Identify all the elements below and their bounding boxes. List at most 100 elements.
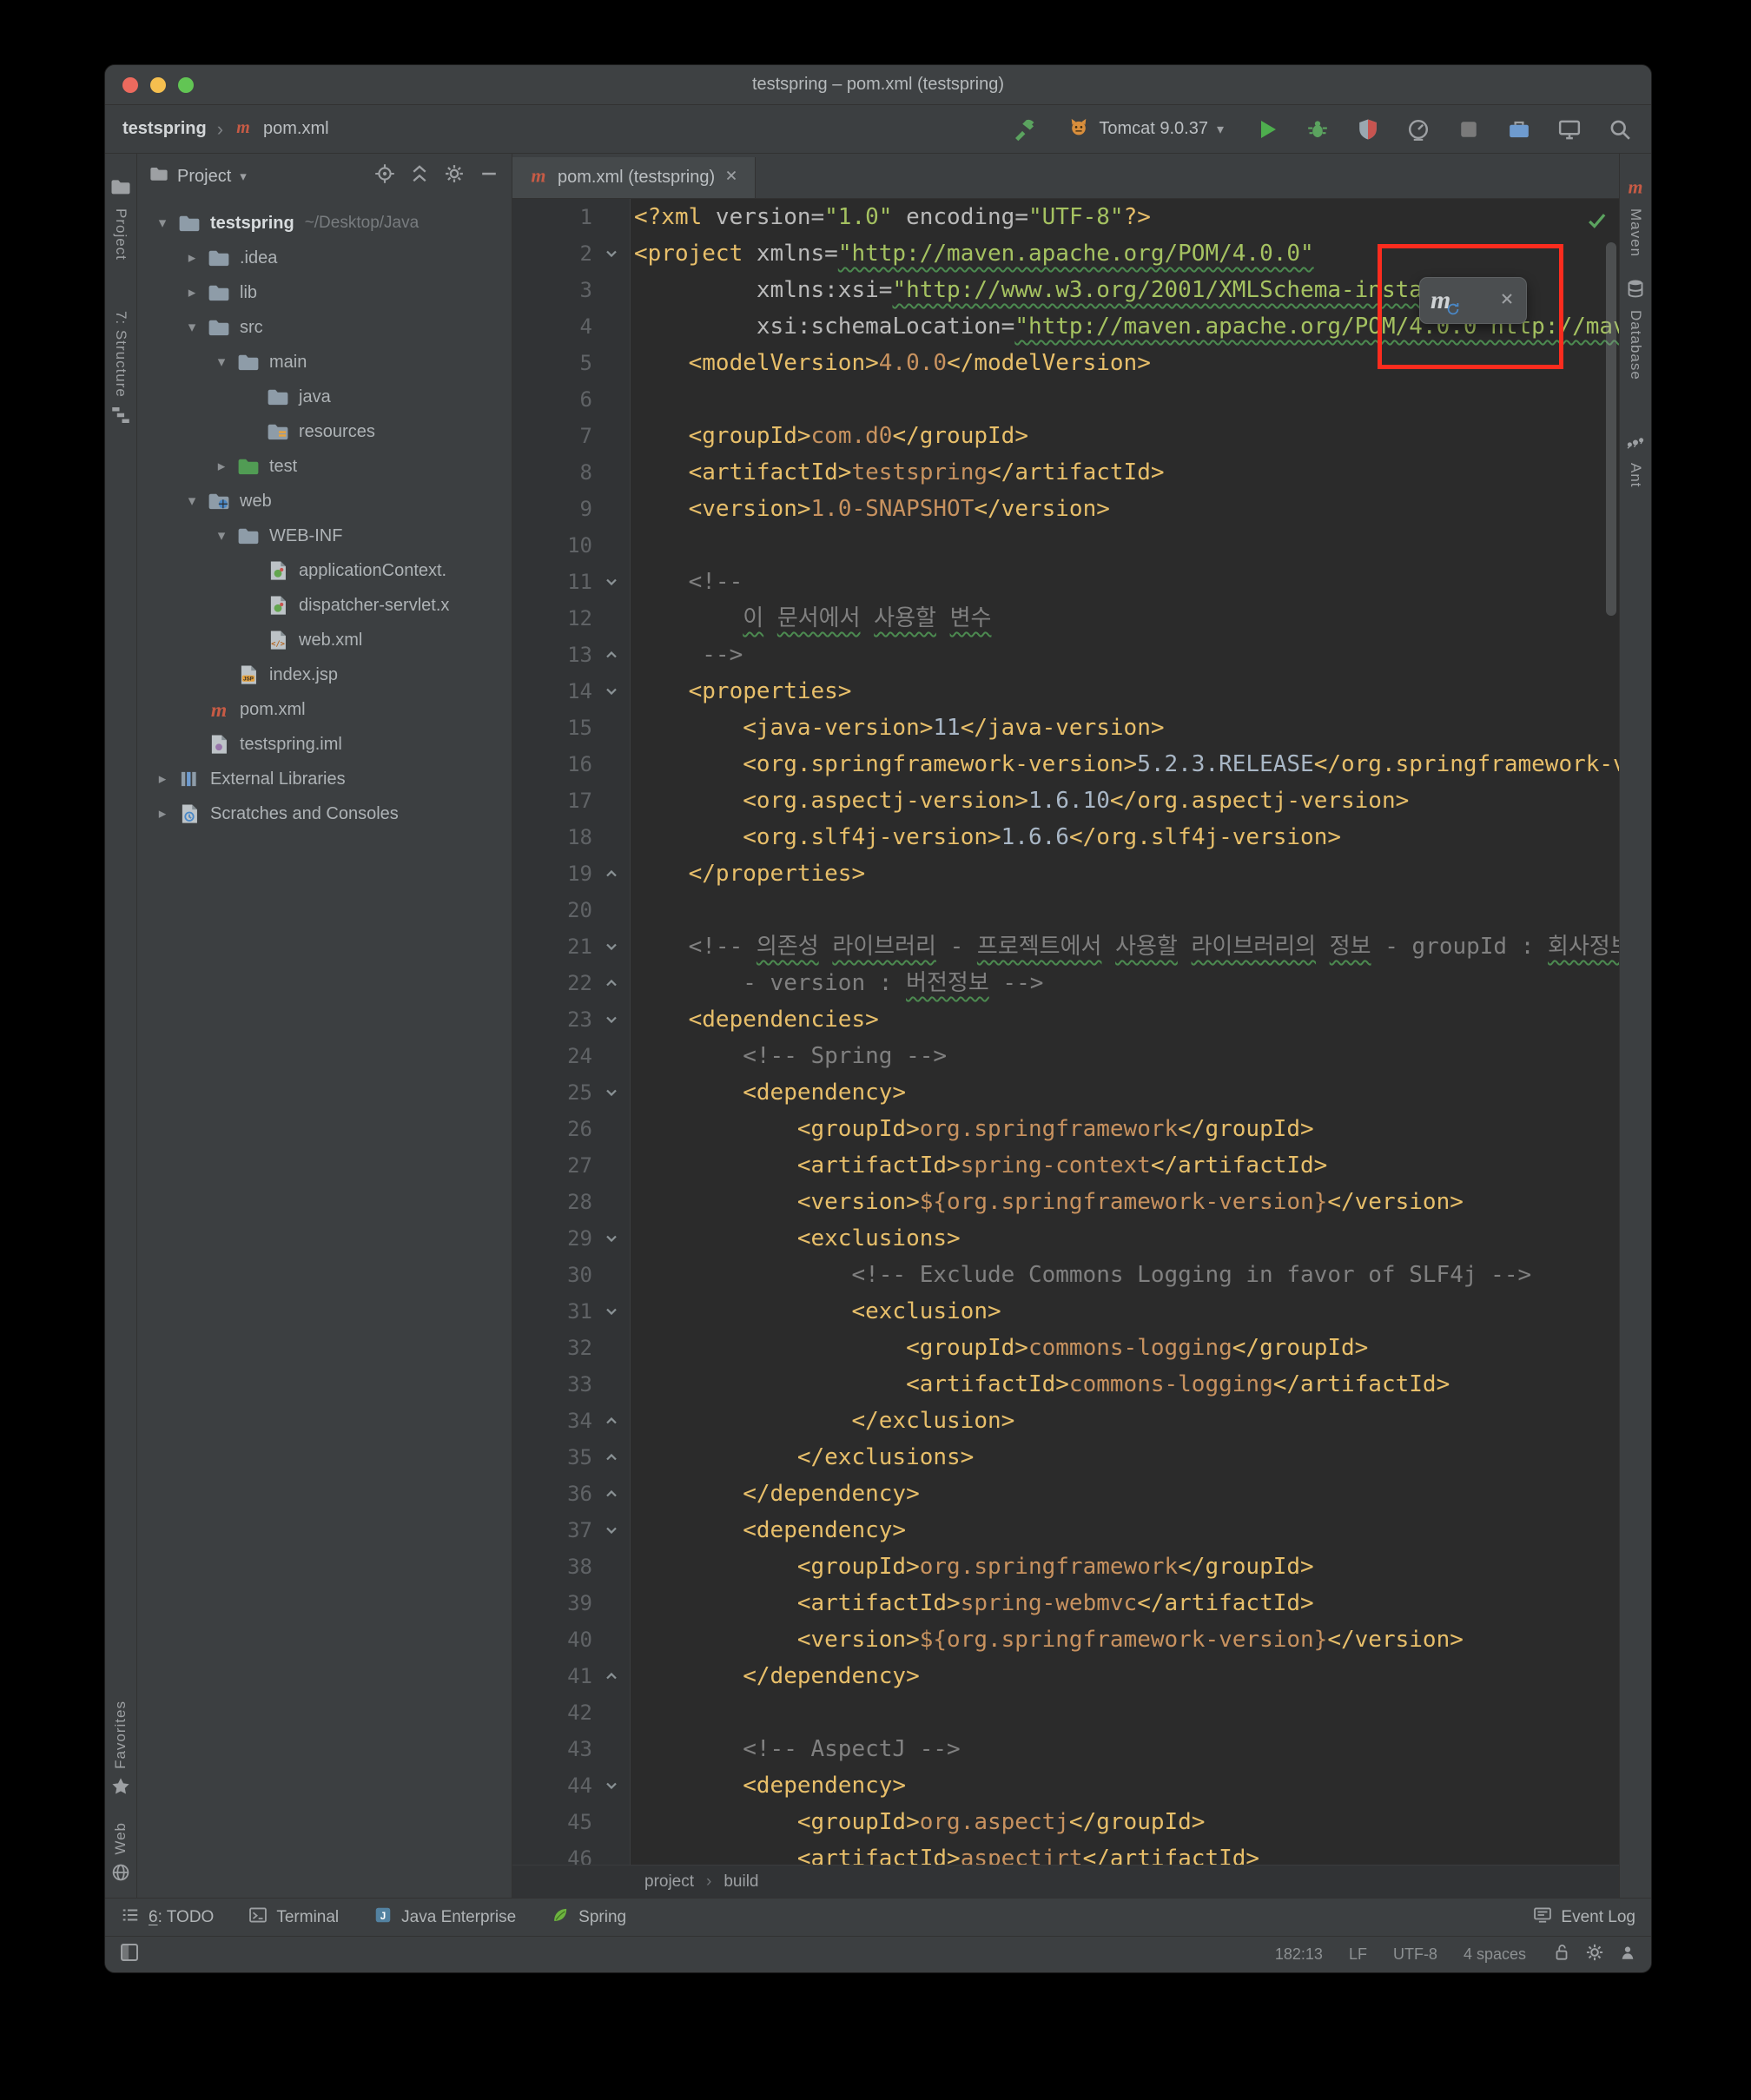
gear-icon[interactable] <box>1585 1943 1604 1966</box>
fold-marker-icon[interactable] <box>592 235 631 272</box>
tree-item-java[interactable]: java <box>137 380 512 414</box>
fold-marker-icon[interactable] <box>592 1001 631 1038</box>
code-line[interactable]: 34 </exclusion> <box>512 1403 1619 1439</box>
fold-marker-icon[interactable] <box>592 1767 631 1804</box>
tree-item-src[interactable]: ▾src <box>137 310 512 345</box>
code-line[interactable]: 13 --> <box>512 637 1619 673</box>
tree-item-test[interactable]: ▸test <box>137 449 512 484</box>
title-bar[interactable]: testspring – pom.xml (testspring) <box>105 65 1651 105</box>
code-line[interactable]: 38 <groupId>org.springframework</groupId… <box>512 1549 1619 1585</box>
tree-item-pom-xml[interactable]: mpom.xml <box>137 692 512 727</box>
caret-position[interactable]: 182:13 <box>1275 1945 1323 1964</box>
code-line[interactable]: 29 <exclusions> <box>512 1220 1619 1257</box>
code-line[interactable]: 1<?xml version="1.0" encoding="UTF-8"?> <box>512 199 1619 235</box>
stop-button[interactable] <box>1455 116 1483 143</box>
close-window-button[interactable] <box>122 77 138 93</box>
fold-marker-icon[interactable] <box>592 1658 631 1694</box>
toolwindow-web-button[interactable]: Web <box>110 1812 131 1898</box>
toolwindow-ant-button[interactable]: Ant <box>1625 420 1646 499</box>
fold-marker-icon[interactable] <box>592 564 631 600</box>
profiler-icon[interactable] <box>1404 116 1432 143</box>
code-line[interactable]: 39 <artifactId>spring-webmvc</artifactId… <box>512 1585 1619 1621</box>
indent-indicator[interactable]: 4 spaces <box>1464 1945 1526 1964</box>
code-line[interactable]: 37 <dependency> <box>512 1512 1619 1549</box>
code-line[interactable]: 46 <artifactId>aspectjrt</artifactId> <box>512 1840 1619 1865</box>
code-line[interactable]: 10 <box>512 527 1619 564</box>
build-hammer-icon[interactable] <box>1010 116 1038 143</box>
code-line[interactable]: 12 이 문서에서 사용할 변수 <box>512 600 1619 637</box>
code-line[interactable]: 45 <groupId>org.aspectj</groupId> <box>512 1804 1619 1840</box>
debug-button[interactable] <box>1304 116 1331 143</box>
breadcrumb-tag-project[interactable]: project <box>644 1872 694 1892</box>
fold-marker-icon[interactable] <box>592 1293 631 1330</box>
run-config-selector[interactable]: Tomcat 9.0.37 ▾ <box>1061 112 1231 147</box>
code-line[interactable]: 9 <version>1.0-SNAPSHOT</version> <box>512 491 1619 527</box>
tree-item-web-inf[interactable]: ▾WEB-INF <box>137 518 512 553</box>
monitor-icon[interactable] <box>1556 116 1583 143</box>
fold-marker-icon[interactable] <box>592 1476 631 1512</box>
code-line[interactable]: 15 <java-version>11</java-version> <box>512 710 1619 746</box>
expand-arrow-icon[interactable]: ▸ <box>208 458 235 475</box>
code-line[interactable]: 21 <!-- 의존성 라이브러리 - 프로젝트에서 사용할 라이브러리의 정보… <box>512 928 1619 965</box>
code-line[interactable]: 35 </exclusions> <box>512 1439 1619 1476</box>
fold-marker-icon[interactable] <box>592 1403 631 1439</box>
toolwindow-database-button[interactable]: Database <box>1625 267 1646 391</box>
fold-marker-icon[interactable] <box>592 1439 631 1476</box>
search-everywhere-icon[interactable] <box>1606 116 1634 143</box>
toolwindow-favorites-button[interactable]: Favorites <box>110 1690 131 1812</box>
encoding-indicator[interactable]: UTF-8 <box>1393 1945 1437 1964</box>
code-line[interactable]: 18 <org.slf4j-version>1.6.6</org.slf4j-v… <box>512 819 1619 855</box>
tree-item-testspring-iml[interactable]: testspring.iml <box>137 727 512 762</box>
breadcrumb-project[interactable]: testspring <box>122 119 207 139</box>
expand-arrow-icon[interactable]: ▾ <box>208 527 235 545</box>
tree-item-idea[interactable]: ▸.idea <box>137 241 512 275</box>
editor-scrollbar[interactable] <box>1606 242 1616 616</box>
code-line[interactable]: 36 </dependency> <box>512 1476 1619 1512</box>
toolwindow-button-event-log[interactable]: Event Log <box>1533 1905 1635 1930</box>
code-line[interactable]: 33 <artifactId>commons-logging</artifact… <box>512 1366 1619 1403</box>
expand-arrow-icon[interactable]: ▾ <box>149 215 175 232</box>
editor-tab[interactable]: m pom.xml (testspring) <box>512 157 756 198</box>
expand-arrow-icon[interactable]: ▾ <box>179 492 205 510</box>
chevron-down-icon[interactable]: ▾ <box>240 168 247 184</box>
code-line[interactable]: 7 <groupId>com.d0</groupId> <box>512 418 1619 454</box>
code-line[interactable]: 6 <box>512 381 1619 418</box>
code-line[interactable]: 17 <org.aspectj-version>1.6.10</org.aspe… <box>512 783 1619 819</box>
close-tab-icon[interactable] <box>724 168 739 188</box>
expand-arrow-icon[interactable]: ▸ <box>149 770 175 788</box>
code-line[interactable]: 24 <!-- Spring --> <box>512 1038 1619 1074</box>
hector-inspector-icon[interactable] <box>1618 1943 1637 1966</box>
fold-marker-icon[interactable] <box>592 637 631 673</box>
code-line[interactable]: 20 <box>512 892 1619 928</box>
code-line[interactable]: 14 <properties> <box>512 673 1619 710</box>
code-line[interactable]: 32 <groupId>commons-logging</groupId> <box>512 1330 1619 1366</box>
expand-arrow-icon[interactable]: ▾ <box>179 319 205 336</box>
code-line[interactable]: 27 <artifactId>spring-context</artifactI… <box>512 1147 1619 1184</box>
tree-item-applicationcontext[interactable]: applicationContext. <box>137 553 512 588</box>
fold-marker-icon[interactable] <box>592 928 631 965</box>
code-line[interactable]: 44 <dependency> <box>512 1767 1619 1804</box>
inspections-ok-icon[interactable] <box>1586 209 1609 238</box>
toolwindow-button-spring[interactable]: Spring <box>551 1905 626 1930</box>
zoom-window-button[interactable] <box>178 77 194 93</box>
tree-item-dispatcher-servlet-x[interactable]: dispatcher-servlet.x <box>137 588 512 623</box>
line-ending-indicator[interactable]: LF <box>1349 1945 1367 1964</box>
code-line[interactable]: 16 <org.springframework-version>5.2.3.RE… <box>512 746 1619 783</box>
fold-marker-icon[interactable] <box>592 1074 631 1111</box>
code-line[interactable]: 31 <exclusion> <box>512 1293 1619 1330</box>
expand-arrow-icon[interactable]: ▸ <box>179 284 205 301</box>
tree-item-web[interactable]: ▾web <box>137 484 512 518</box>
tree-item-web-xml[interactable]: </>web.xml <box>137 623 512 657</box>
code-editor[interactable]: 1<?xml version="1.0" encoding="UTF-8"?> 2… <box>512 199 1619 1865</box>
toolwindow-switcher-icon[interactable] <box>119 1942 140 1967</box>
run-button[interactable] <box>1253 116 1281 143</box>
hide-panel-icon[interactable] <box>479 163 499 189</box>
fold-marker-icon[interactable] <box>592 965 631 1001</box>
code-line[interactable]: 8 <artifactId>testspring</artifactId> <box>512 454 1619 491</box>
toolwindow-project-button[interactable]: Project <box>110 166 131 271</box>
code-line[interactable]: 30 <!-- Exclude Commons Logging in favor… <box>512 1257 1619 1293</box>
code-line[interactable]: 43 <!-- AspectJ --> <box>512 1731 1619 1767</box>
locate-file-icon[interactable] <box>374 163 395 189</box>
tree-item-testspring[interactable]: ▾testspring~/Desktop/Java <box>137 206 512 241</box>
tree-item-main[interactable]: ▾main <box>137 345 512 380</box>
